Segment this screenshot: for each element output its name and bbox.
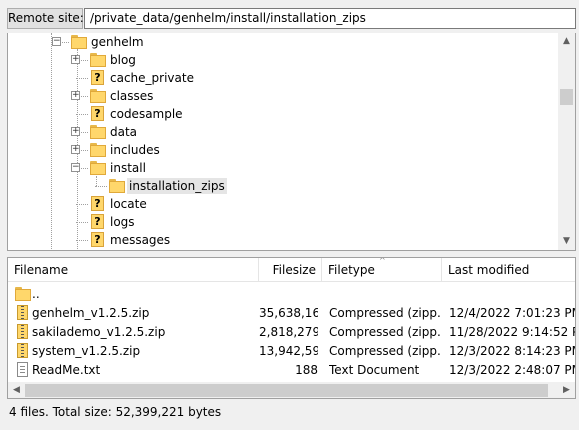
tree-item-label: installation_zips (127, 178, 227, 194)
tree-item-label: data (110, 125, 138, 139)
unknown-folder-icon: ? (90, 214, 106, 229)
tree-scroll-thumb[interactable] (560, 89, 573, 105)
folder-icon (15, 286, 31, 302)
file-last-modified (449, 285, 575, 304)
file-size: 35,638,162 (259, 306, 318, 320)
folder-icon (71, 34, 87, 49)
tree-item-codesample[interactable]: ? codesample (8, 105, 558, 123)
tree-item-label: logs (110, 215, 135, 229)
tree-item-includes[interactable]: + includes (8, 141, 558, 159)
tree-item-install[interactable]: − install (8, 159, 558, 177)
folder-icon (90, 124, 106, 139)
file-name: system_v1.2.5.zip (32, 344, 141, 358)
zip-icon (15, 324, 31, 340)
file-size: 2,818,279 (259, 325, 318, 339)
scroll-right-arrow-icon[interactable]: ▶ (558, 382, 575, 398)
file-row[interactable]: genhelm_v1.2.5.zip 35,638,162 Compressed (… (8, 304, 575, 323)
tree-item-label: classes (110, 89, 154, 103)
file-name: genhelm_v1.2.5.zip (32, 306, 150, 320)
folder-icon (90, 142, 106, 157)
file-row[interactable]: sakilademo_v1.2.5.zip 2,818,279 Compressed… (8, 323, 575, 342)
column-last-modified[interactable]: Last modified (442, 258, 572, 282)
file-name: ReadMe.txt (32, 363, 101, 377)
tree-item-label: includes (110, 143, 160, 157)
tree-item-messages[interactable]: ? messages (8, 231, 558, 249)
file-type: Compressed (zipp... (329, 325, 441, 339)
unknown-folder-icon: ? (90, 232, 106, 247)
tree-item-label: install (110, 161, 146, 175)
tree-item-label: genhelm (91, 35, 144, 49)
file-last-modified: 11/28/2022 9:14:52 PM (449, 325, 575, 339)
unknown-folder-icon: ? (90, 70, 106, 85)
file-name: sakilademo_v1.2.5.zip (32, 325, 166, 339)
remote-site-bar: Remote site: /private_data/genhelm/insta… (0, 0, 579, 33)
folder-icon (90, 160, 106, 175)
file-list-horizontal-scrollbar[interactable]: ◀ ▶ (8, 382, 575, 398)
remote-file-list[interactable]: Filename Filesize Filetype ^ Last modifi… (7, 257, 576, 399)
file-row[interactable]: ReadMe.txt 188 Text Document 12/3/2022 2:48… (8, 361, 575, 380)
file-row[interactable]: .. (8, 285, 575, 304)
tree-item-label: locate (110, 197, 147, 211)
file-type (329, 285, 441, 304)
unknown-folder-icon: ? (90, 106, 106, 121)
file-size: 188 (295, 363, 318, 377)
folder-icon (90, 52, 106, 67)
sort-ascending-icon: ^ (379, 257, 386, 265)
status-bar: 4 files. Total size: 52,399,221 bytes (0, 400, 579, 430)
column-filename[interactable]: Filename (8, 258, 258, 282)
expand-icon[interactable]: + (71, 91, 80, 100)
collapse-icon[interactable]: − (52, 37, 61, 46)
zip-icon (15, 305, 31, 321)
expand-icon[interactable]: + (71, 145, 80, 154)
tree-item-genhelm[interactable]: − genhelm (8, 33, 558, 51)
tree-item-label: messages (110, 233, 171, 247)
tree-vertical-scrollbar[interactable]: ▲ ▼ (558, 33, 575, 250)
scroll-left-arrow-icon[interactable]: ◀ (8, 382, 25, 398)
expand-icon[interactable]: + (71, 55, 80, 64)
file-type: Compressed (zipp... (329, 344, 441, 358)
tree-item-installation-zips[interactable]: installation_zips (8, 177, 558, 195)
collapse-icon[interactable]: − (71, 163, 80, 172)
file-row[interactable]: system_v1.2.5.zip 13,942,592 Compressed (z… (8, 342, 575, 361)
scroll-up-arrow-icon[interactable]: ▲ (558, 33, 575, 50)
file-name: .. (32, 287, 40, 301)
file-size (259, 285, 318, 304)
file-type: Compressed (zipp... (329, 306, 441, 320)
remote-site-label: Remote site: (7, 8, 84, 29)
file-size: 13,942,592 (259, 344, 318, 358)
remote-directory-tree[interactable]: − genhelm + blog? cache_private + classes? code… (7, 33, 576, 251)
scroll-down-arrow-icon[interactable]: ▼ (558, 233, 575, 250)
tree-item-label: codesample (110, 107, 183, 121)
zip-icon (15, 343, 31, 359)
tree-item-locate[interactable]: ? locate (8, 195, 558, 213)
status-summary: 4 files. Total size: 52,399,221 bytes (9, 405, 222, 419)
unknown-folder-icon: ? (90, 196, 106, 211)
file-last-modified: 12/4/2022 7:01:23 PM (449, 306, 575, 320)
tree-item-cache-private[interactable]: ? cache_private (8, 69, 558, 87)
tree-item-data[interactable]: + data (8, 123, 558, 141)
folder-icon (90, 88, 106, 103)
horizontal-scroll-thumb[interactable] (25, 384, 548, 397)
tree-item-logs[interactable]: ? logs (8, 213, 558, 231)
tree-item-blog[interactable]: + blog (8, 51, 558, 69)
column-filesize[interactable]: Filesize (259, 258, 319, 282)
file-list-header: Filename Filesize Filetype ^ Last modifi… (8, 258, 575, 282)
expand-icon[interactable]: + (71, 127, 80, 136)
file-type: Text Document (329, 363, 420, 377)
tree-item-label: cache_private (110, 71, 194, 85)
remote-path-input[interactable]: /private_data/genhelm/install/installati… (84, 8, 576, 29)
file-last-modified: 12/3/2022 8:14:23 PM (449, 344, 575, 358)
text-file-icon (15, 362, 31, 378)
tree-item-label: blog (110, 53, 136, 67)
tree-item-classes[interactable]: + classes (8, 87, 558, 105)
folder-icon (109, 178, 125, 193)
file-last-modified: 12/3/2022 2:48:07 PM (449, 363, 575, 377)
